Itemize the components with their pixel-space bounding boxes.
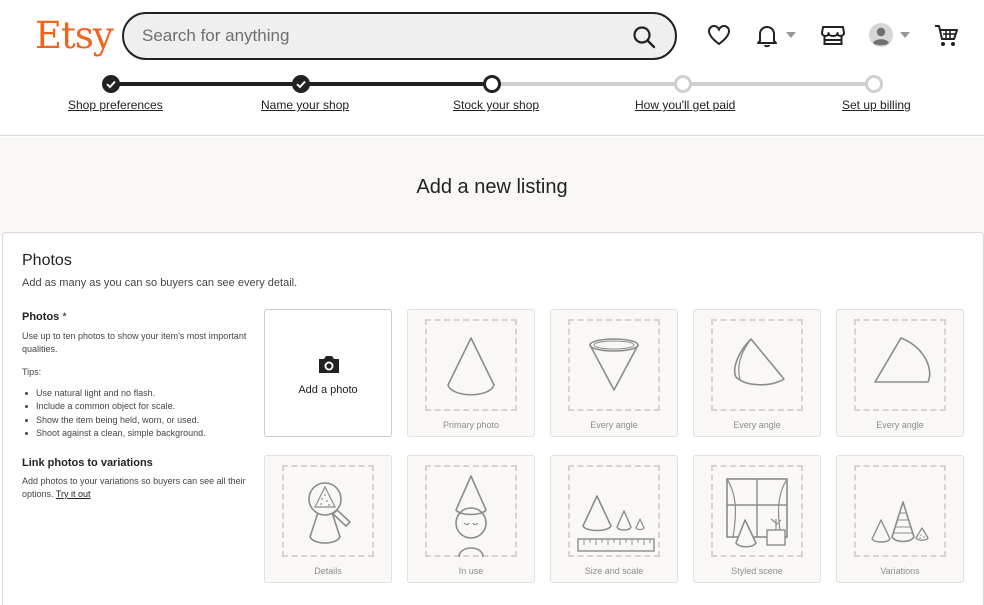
add-photo-label: Add a photo [298, 384, 358, 396]
tile-caption: Every angle [733, 420, 781, 430]
step-name-your-shop[interactable]: Name your shop [261, 98, 349, 112]
tile-caption: Variations [880, 566, 920, 576]
step-dot-billing [865, 75, 883, 93]
tips-list: Use natural light and no flash. Include … [22, 387, 252, 441]
bell-icon[interactable] [754, 22, 780, 48]
side-cone-illustration-icon [874, 337, 931, 383]
notifications-caret-icon[interactable] [786, 32, 796, 38]
camera-icon [319, 356, 339, 373]
site-header: Etsy Shop preferences Name your shop Sto… [0, 0, 984, 136]
ruler-cones-illustration-icon [577, 495, 655, 552]
step-dot-name-your-shop [292, 75, 310, 93]
step-dot-shop-preferences [102, 75, 120, 93]
tile-caption: Size and scale [584, 566, 644, 576]
window-scene-illustration-icon [726, 478, 788, 548]
tile-caption: Primary photo [442, 420, 500, 430]
step-how-youll-get-paid[interactable]: How you'll get paid [635, 98, 735, 112]
step-stock-your-shop[interactable]: Stock your shop [453, 98, 539, 112]
step-dot-get-paid [674, 75, 692, 93]
photos-description: Use up to ten photos to show your item's… [22, 331, 247, 354]
tip-item: Show the item being held, worn, or used. [22, 414, 252, 427]
check-icon [106, 80, 116, 89]
page-title: Add a new listing [416, 176, 568, 198]
step-dot-stock-your-shop [483, 75, 501, 93]
search-bar [122, 12, 677, 60]
required-mark: * [62, 311, 67, 323]
search-input[interactable] [142, 22, 612, 50]
photo-slot-every-angle[interactable]: Every angle [836, 309, 964, 437]
photo-slot-primary[interactable]: Primary photo [407, 309, 535, 437]
photos-heading: Photos * [22, 311, 67, 323]
shop-manager-icon[interactable] [820, 22, 846, 48]
search-icon[interactable] [631, 24, 657, 50]
photos-section-subtitle: Add as many as you can so buyers can see… [22, 277, 298, 289]
tile-caption: Every angle [590, 420, 638, 430]
tip-item: Include a common object for scale. [22, 400, 252, 413]
photo-slot-styled-scene[interactable]: Styled scene [693, 455, 821, 583]
cart-icon[interactable] [933, 22, 959, 48]
inverted-cone-illustration-icon [589, 338, 639, 391]
etsy-logo[interactable]: Etsy [35, 14, 114, 57]
step-shop-preferences[interactable]: Shop preferences [68, 98, 163, 112]
photo-slot-in-use[interactable]: In use [407, 455, 535, 583]
try-it-out-link[interactable]: Try it out [56, 489, 91, 499]
tile-caption: Details [314, 566, 342, 576]
avatar[interactable] [868, 22, 894, 48]
photo-slot-variations[interactable]: Variations [836, 455, 964, 583]
cone-illustration-icon [447, 337, 495, 396]
tilted-cone-illustration-icon [733, 338, 785, 386]
tip-item: Shoot against a clean, simple background… [22, 427, 252, 440]
photo-slot-size-and-scale[interactable]: Size and scale [550, 455, 678, 583]
tips-label: Tips: [22, 367, 42, 377]
step-set-up-billing[interactable]: Set up billing [842, 98, 911, 112]
add-photo-button[interactable]: Add a photo [264, 309, 392, 437]
variations-description: Add photos to your variations so buyers … [22, 476, 246, 499]
photos-section-title: Photos [22, 252, 72, 269]
tile-caption: In use [458, 566, 484, 576]
photo-slot-every-angle[interactable]: Every angle [550, 309, 678, 437]
heart-icon[interactable] [706, 22, 732, 48]
tile-caption: Every angle [876, 420, 924, 430]
photo-slot-every-angle[interactable]: Every angle [693, 309, 821, 437]
party-hat-illustration-icon [455, 475, 487, 557]
variations-cones-illustration-icon [871, 501, 929, 543]
photo-slot-details[interactable]: Details [264, 455, 392, 583]
tip-item: Use natural light and no flash. [22, 387, 252, 400]
magnifier-illustration-icon [308, 482, 351, 544]
account-caret-icon[interactable] [900, 32, 910, 38]
variations-heading: Link photos to variations [22, 457, 153, 469]
check-icon [296, 80, 306, 89]
tile-caption: Styled scene [731, 566, 783, 576]
